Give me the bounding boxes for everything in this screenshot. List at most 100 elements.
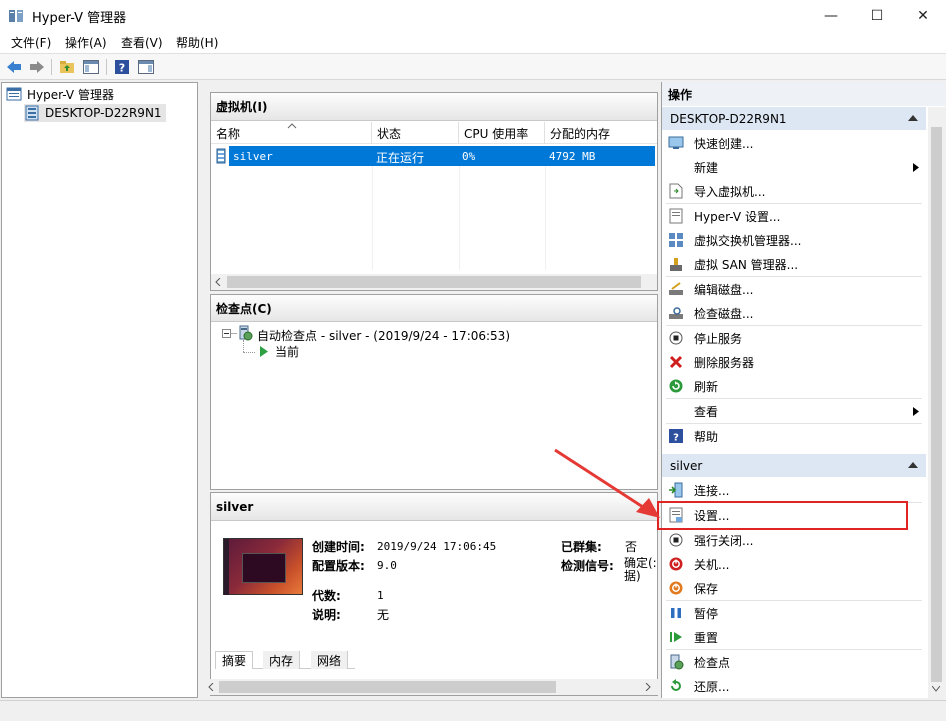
toolbar-separator — [51, 59, 52, 75]
title-bar: Hyper-V 管理器 — ☐ ✕ — [0, 0, 946, 31]
tab-network[interactable]: 网络 — [311, 651, 349, 669]
tree-root-item[interactable]: Hyper-V 管理器 — [6, 85, 114, 103]
action-quick-create[interactable]: 快速创建... — [662, 131, 926, 155]
action-save[interactable]: 保存 — [662, 576, 926, 600]
actions-title: 操作 — [662, 82, 945, 106]
scroll-left-icon[interactable] — [214, 278, 222, 286]
hyperv-app-icon — [9, 10, 23, 22]
forward-arrow-icon[interactable] — [28, 58, 46, 76]
folder-up-icon[interactable] — [58, 58, 76, 76]
vm-running-icon — [216, 148, 226, 164]
notes-value: 无 — [377, 608, 390, 622]
collapse-minus-icon[interactable] — [222, 329, 231, 338]
pause-icon — [668, 605, 684, 621]
pane-splitter[interactable] — [199, 82, 202, 698]
scroll-right-icon[interactable] — [644, 683, 652, 691]
scroll-down-icon[interactable] — [932, 686, 940, 692]
scroll-thumb[interactable] — [227, 276, 641, 288]
help-icon[interactable]: ? — [113, 58, 131, 76]
minimize-button[interactable]: — — [808, 0, 854, 31]
action-help[interactable]: ? 帮助 — [662, 424, 926, 448]
reset-icon — [668, 629, 684, 645]
detail-tab-strip: 摘要 内存 网络 — [215, 651, 355, 669]
column-cpu[interactable]: CPU 使用率 — [459, 122, 545, 144]
maximize-button[interactable]: ☐ — [854, 0, 900, 31]
shutdown-icon — [668, 556, 684, 572]
tab-summary[interactable]: 摘要 — [215, 651, 254, 669]
menu-action[interactable]: 操作(A) — [65, 34, 107, 51]
action-shutdown[interactable]: 关机... — [662, 552, 926, 576]
server-actions-group[interactable]: DESKTOP-D22R9N1 — [662, 107, 926, 130]
checkpoint-item[interactable]: 自动检查点 - silver - (2019/9/24 - 17:06:53) — [257, 327, 510, 344]
delete-x-icon — [668, 354, 684, 370]
notes-label: 说明: — [312, 608, 341, 622]
help-icon: ? — [668, 428, 684, 444]
vm-memory: 4792 MB — [549, 150, 596, 163]
action-import-vm[interactable]: 导入虚拟机... — [662, 179, 926, 203]
actions-pane: 操作 DESKTOP-D22R9N1 快速创建... 新建 导入虚拟机... H… — [661, 82, 945, 698]
action-connect[interactable]: 连接... — [662, 478, 926, 502]
show-tree-icon[interactable] — [82, 58, 100, 76]
action-edit-disk[interactable]: 编辑磁盘... — [662, 277, 926, 301]
action-remove-server[interactable]: 删除服务器 — [662, 350, 926, 374]
collapse-up-icon[interactable] — [908, 115, 918, 121]
checkpoint-current[interactable]: 当前 — [275, 343, 299, 360]
import-vm-icon — [668, 183, 684, 199]
tab-memory[interactable]: 内存 — [263, 651, 301, 669]
close-button[interactable]: ✕ — [900, 0, 946, 31]
action-stop-service[interactable]: 停止服务 — [662, 326, 926, 350]
action-vsan-manager[interactable]: 虚拟 SAN 管理器... — [662, 252, 926, 276]
action-new[interactable]: 新建 — [662, 155, 926, 179]
vm-state: 正在运行 — [376, 151, 425, 165]
action-force-off[interactable]: 强行关闭... — [662, 528, 926, 552]
vm-group-label: silver — [670, 458, 703, 473]
tree-root-label: Hyper-V 管理器 — [27, 87, 114, 102]
status-bar — [0, 700, 946, 721]
action-revert[interactable]: 还原... — [662, 674, 926, 698]
tree-server-item[interactable]: DESKTOP-D22R9N1 — [24, 104, 166, 122]
back-arrow-icon[interactable] — [5, 58, 23, 76]
action-inspect-disk[interactable]: 检查磁盘... — [662, 301, 926, 325]
refresh-icon — [668, 378, 684, 394]
san-icon — [668, 256, 684, 272]
toolbar: ? — [0, 53, 946, 80]
show-action-pane-icon[interactable] — [137, 58, 155, 76]
table-row[interactable]: silver 正在运行 0% 4792 MB — [213, 146, 655, 166]
actions-scrollbar[interactable] — [928, 107, 945, 698]
server-group-label: DESKTOP-D22R9N1 — [670, 111, 787, 126]
stop-icon — [668, 330, 684, 346]
revert-icon — [668, 678, 684, 694]
column-memory[interactable]: 分配的内存 — [545, 122, 655, 144]
connect-icon — [668, 482, 684, 498]
action-checkpoint[interactable]: 检查点 — [662, 650, 926, 674]
action-reset[interactable]: 重置 — [662, 625, 926, 649]
checkpoint-header: 检查点(C) — [211, 295, 657, 322]
column-state[interactable]: 状态 — [372, 122, 459, 144]
menu-file[interactable]: 文件(F) — [11, 34, 51, 51]
menu-view[interactable]: 查看(V) — [121, 34, 163, 51]
collapse-up-icon[interactable] — [908, 462, 918, 468]
menu-bar: 文件(F) 操作(A) 查看(V) 帮助(H) — [0, 31, 946, 53]
action-pause[interactable]: 暂停 — [662, 601, 926, 625]
action-refresh[interactable]: 刷新 — [662, 374, 926, 398]
center-scrollbar[interactable] — [203, 679, 658, 695]
scroll-thumb[interactable] — [931, 127, 942, 682]
menu-help[interactable]: 帮助(H) — [176, 34, 218, 51]
vm-actions-group[interactable]: silver — [662, 454, 926, 477]
vm-columns-header: 名称 状态 CPU 使用率 分配的内存 — [211, 122, 657, 144]
scroll-left-icon[interactable] — [207, 683, 215, 691]
created-value: 2019/9/24 17:06:45 — [377, 540, 497, 553]
action-hyperv-settings[interactable]: Hyper-V 设置... — [662, 204, 926, 228]
toolbar-separator — [106, 59, 107, 75]
action-vswitch-manager[interactable]: 虚拟交换机管理器... — [662, 228, 926, 252]
checkpoint-icon — [239, 325, 253, 341]
vm-screen-thumbnail — [223, 538, 303, 595]
edit-disk-icon — [668, 281, 684, 297]
checkpoint-icon — [668, 654, 684, 670]
scroll-thumb[interactable] — [219, 681, 556, 693]
generation-value: 1 — [377, 589, 384, 602]
vm-list-panel: 虚拟机(I) 名称 状态 CPU 使用率 分配的内存 silver 正在运行 0… — [210, 92, 658, 291]
action-view[interactable]: 查看 — [662, 399, 926, 423]
vm-list-scrollbar[interactable] — [211, 274, 657, 290]
heartbeat-label: 检测信号: — [561, 559, 614, 573]
